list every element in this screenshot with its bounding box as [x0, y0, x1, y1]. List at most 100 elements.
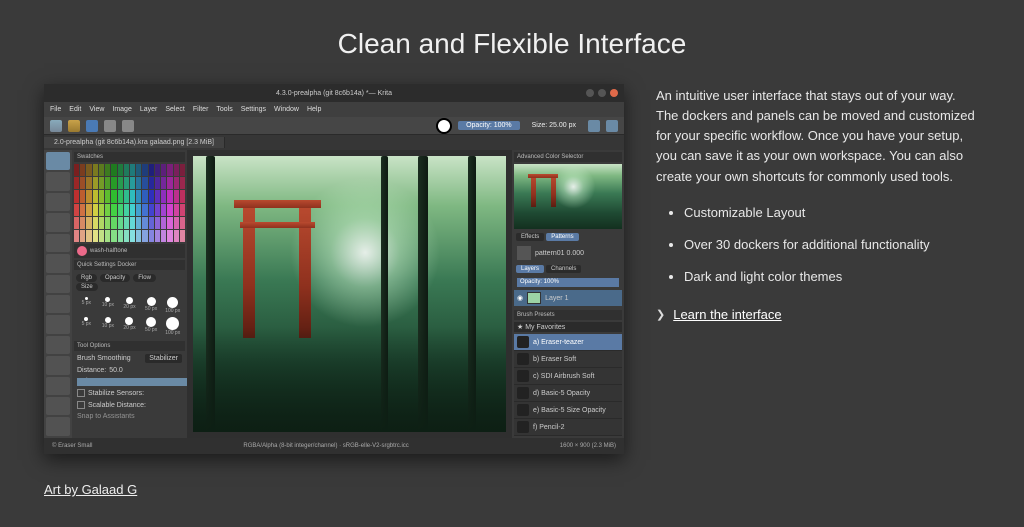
rect-tool-icon: [46, 356, 70, 374]
tab-channels: Channels: [546, 265, 581, 273]
feature-item: Over 30 dockers for additional functiona…: [684, 235, 980, 255]
overview-thumbnail: [514, 164, 622, 229]
canvas-area: [187, 150, 512, 438]
quick-settings-header: Quick Settings Docker: [74, 260, 185, 270]
line-tool-icon: [46, 336, 70, 354]
brush-presets-header: Brush Presets: [514, 310, 622, 320]
favorites-label: ★ My Favorites: [517, 323, 565, 331]
color-selector-header: Advanced Color Selector: [514, 152, 622, 162]
brush-size-grid: 5 px10 px20 px50 px100 px5 px10 px20 px5…: [74, 294, 185, 339]
stabilizer-value: Stabilizer: [145, 354, 182, 363]
status-left: © Eraser Small: [52, 443, 92, 449]
menu-tools: Tools: [216, 106, 232, 113]
feature-item: Customizable Layout: [684, 203, 980, 223]
move-tool-icon: [46, 172, 70, 190]
undo-icon: [104, 120, 116, 132]
status-bar: © Eraser Small RGBA/Alpha (8-bit integer…: [44, 438, 624, 454]
pattern-name: pattern01 0.000: [535, 250, 584, 257]
menu-file: File: [50, 106, 61, 113]
text-tool-icon: [46, 315, 70, 333]
shape-tool-icon: [46, 295, 70, 313]
fill-tool-icon: [46, 234, 70, 252]
preset-name: a) Eraser-teazer: [533, 339, 584, 346]
menu-help: Help: [307, 106, 321, 113]
menu-bar: File Edit View Image Layer Select Filter…: [44, 102, 624, 117]
description-text: An intuitive user interface that stays o…: [656, 86, 980, 187]
window-titlebar: 4.3.0-prealpha (git 8c6b14a) *— Krita: [44, 84, 624, 102]
pill-flow: Flow: [133, 274, 156, 282]
window-title: 4.3.0-prealpha (git 8c6b14a) *— Krita: [276, 90, 392, 97]
opacity-slider: Opacity: 100%: [458, 121, 520, 130]
screenshot-column: 4.3.0-prealpha (git 8c6b14a) *— Krita Fi…: [44, 84, 624, 499]
toolbox: [44, 150, 72, 438]
eye-icon: ◉: [517, 294, 523, 302]
layer-row: ◉ Layer 1: [514, 290, 622, 306]
status-center: RGBA/Alpha (8-bit integer/channel) · sRG…: [243, 443, 408, 449]
main-toolbar: Opacity: 100% Size: 25.00 px: [44, 117, 624, 135]
brush-preset-name: wash-halftone: [90, 248, 127, 254]
art-credit-link[interactable]: Art by Galaad G: [44, 482, 137, 497]
layer-name: Layer 1: [545, 295, 568, 302]
preset-name: b) Eraser Soft: [533, 356, 576, 363]
chevron-right-icon: ❯: [656, 307, 665, 324]
tab-patterns: Patterns: [546, 233, 578, 241]
open-file-icon: [68, 120, 80, 132]
gradient-tool-icon: [46, 254, 70, 272]
distance-label: Distance:: [77, 367, 106, 374]
document-tabs: 2.0-prealpha (git 8c6b14a).kra galaad.pn…: [44, 135, 624, 150]
menu-layer: Layer: [140, 106, 158, 113]
new-file-icon: [50, 120, 62, 132]
document-tab: 2.0-prealpha (git 8c6b14a).kra galaad.pn…: [44, 137, 225, 148]
ellipse-tool-icon: [46, 377, 70, 395]
crop-tool-icon: [46, 213, 70, 231]
tab-effects: Effects: [516, 233, 544, 241]
learn-interface-link[interactable]: Learn the interface: [673, 305, 781, 325]
preset-name: e) Basic-5 Size Opacity: [533, 407, 606, 414]
distance-value: 50.0: [109, 367, 123, 374]
zoom-tool-icon: [46, 417, 70, 435]
minimize-icon: [586, 89, 594, 97]
snap-assistants-label: Snap to Assistants: [77, 413, 135, 420]
pill-size: Size: [76, 283, 98, 291]
stabilize-sensors-label: Stabilize Sensors:: [88, 390, 144, 397]
color-swatches: [74, 164, 185, 242]
tool-options-header: Tool Options: [74, 341, 185, 351]
brush-tool-icon: [46, 152, 70, 170]
menu-settings: Settings: [241, 106, 266, 113]
status-right: 1600 × 900 (2.3 MiB): [560, 443, 616, 449]
close-icon: [610, 89, 618, 97]
pill-opacity: Opacity: [100, 274, 130, 282]
save-file-icon: [86, 120, 98, 132]
menu-image: Image: [112, 106, 131, 113]
transform-tool-icon: [46, 193, 70, 211]
picker-tool-icon: [46, 275, 70, 293]
preset-name: f) Pencil-2: [533, 424, 565, 431]
preset-name: c) SDI Airbrush Soft: [533, 373, 594, 380]
mirror-v-icon: [606, 120, 618, 132]
preset-name: d) Basic-5 Opacity: [533, 390, 590, 397]
feature-list: Customizable Layout Over 30 dockers for …: [684, 203, 980, 287]
brush-smoothing-label: Brush Smoothing: [77, 355, 131, 362]
right-dockers: Advanced Color Selector Effects Patterns…: [512, 150, 624, 438]
tab-layers: Layers: [516, 265, 544, 273]
menu-window: Window: [274, 106, 299, 113]
artwork-forest: [193, 156, 506, 432]
pan-tool-icon: [46, 397, 70, 415]
layer-opacity: Opacity: 100%: [517, 278, 619, 287]
pill-rgb: Rgb: [76, 274, 97, 282]
redo-icon: [122, 120, 134, 132]
mirror-icon: [588, 120, 600, 132]
menu-select: Select: [165, 106, 184, 113]
menu-edit: Edit: [69, 106, 81, 113]
size-value: Size: 25.00 px: [526, 122, 582, 129]
swatches-header: Swatches: [74, 152, 185, 162]
brush-tip-icon: [77, 246, 87, 256]
checkbox-icon: [77, 389, 85, 397]
checkbox-icon: [77, 401, 85, 409]
scalable-distance-label: Scalable Distance:: [88, 402, 146, 409]
brush-preview-icon: [436, 118, 452, 134]
page-title: Clean and Flexible Interface: [0, 0, 1024, 84]
content-row: 4.3.0-prealpha (git 8c6b14a) *— Krita Fi…: [0, 84, 1024, 499]
left-dockers: Swatches wash-halftone Quick Settings Do…: [72, 150, 187, 438]
preset-list: a) Eraser-teazer b) Eraser Soft c) SDI A…: [514, 334, 622, 436]
